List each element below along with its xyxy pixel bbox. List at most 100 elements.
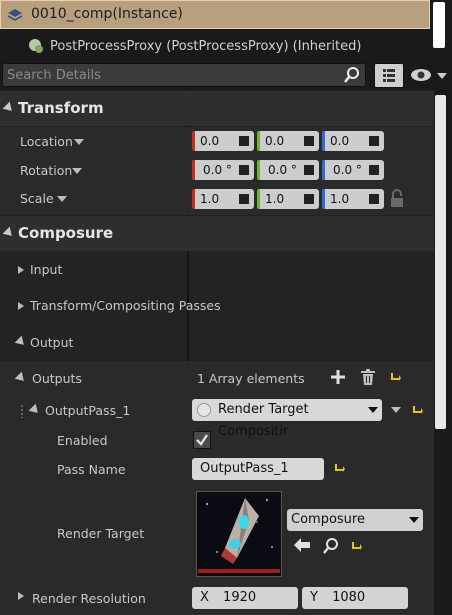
reset-to-default-icon[interactable] [411, 404, 423, 416]
drag-icon[interactable] [369, 194, 379, 204]
rotation-mode-dropdown-icon[interactable] [72, 168, 82, 174]
res-x-value: 1920 [223, 590, 257, 605]
rotation-y-value: 0.0 ° [268, 163, 297, 177]
element-options-icon[interactable] [391, 407, 401, 413]
res-x-label: X [200, 590, 209, 605]
collapse-arrow-icon[interactable] [14, 371, 28, 385]
collapse-arrow-icon[interactable] [14, 335, 28, 349]
view-options-button[interactable] [408, 63, 450, 88]
output-label: Output [30, 335, 74, 350]
category-transform[interactable]: Transform [0, 91, 434, 126]
rotation-x-value: 0.0 ° [203, 163, 232, 177]
rotation-x-field[interactable]: 0.0 ° [192, 160, 254, 180]
details-scrollbar[interactable] [435, 95, 446, 429]
category-title: Transform [18, 99, 104, 117]
component-name: PostProcessProxy (PostProcessProxy) (Inh… [50, 39, 362, 54]
output-pass-type-dropdown[interactable]: Render Target Compositir [192, 399, 382, 439]
render-resolution-label: Render Resolution [32, 591, 146, 606]
thumbnail-type-strip [198, 569, 280, 573]
drag-icon[interactable] [369, 165, 379, 175]
eye-icon [411, 69, 447, 81]
checkmark-icon [196, 434, 208, 446]
drag-icon[interactable] [239, 194, 249, 204]
drag-icon[interactable] [304, 165, 314, 175]
search-icon[interactable] [343, 66, 361, 84]
location-x-value: 0.0 [200, 134, 220, 148]
search-input[interactable] [7, 66, 337, 84]
scale-x-field[interactable]: 1.0 [192, 189, 254, 209]
top-scrollbar[interactable] [433, 2, 445, 48]
component-row[interactable]: PostProcessProxy (PostProcessProxy) (Inh… [0, 32, 430, 60]
location-z-value: 0.0 [330, 134, 350, 148]
resolution-x-field[interactable]: X 1920 [192, 587, 298, 609]
drag-icon[interactable] [304, 194, 314, 204]
location-label: Location [20, 134, 73, 149]
use-selected-asset-icon[interactable] [294, 538, 310, 552]
drag-icon[interactable] [239, 165, 249, 175]
z-axis-bar [322, 189, 325, 209]
add-element-icon[interactable] [331, 370, 345, 384]
scale-z-field[interactable]: 1.0 [322, 189, 384, 209]
class-icon [197, 403, 211, 417]
pass-name-input[interactable]: OutputPass_1 [192, 458, 324, 480]
drag-handle-icon[interactable] [20, 404, 24, 418]
category-composure[interactable]: Composure [0, 216, 434, 251]
output-group[interactable]: Output [0, 328, 434, 356]
expand-arrow-icon[interactable] [18, 266, 24, 274]
expand-arrow-icon[interactable] [18, 302, 24, 310]
enabled-checkbox[interactable] [193, 431, 211, 449]
reset-to-default-icon[interactable] [333, 462, 345, 474]
collapse-arrow-icon[interactable] [2, 101, 16, 115]
scale-y-field[interactable]: 1.0 [257, 189, 319, 209]
reset-to-default-icon[interactable] [350, 540, 362, 552]
chevron-down-icon [409, 517, 419, 523]
pass-name-label: Pass Name [57, 462, 126, 477]
enabled-label: Enabled [57, 433, 108, 448]
render-target-value: Composure [291, 512, 365, 527]
location-y-field[interactable]: 0.0 [257, 131, 319, 151]
location-z-field[interactable]: 0.0 [322, 131, 384, 151]
actor-title-bar[interactable]: 0010_comp(Instance) [0, 0, 430, 29]
y-axis-bar [257, 160, 260, 180]
search-box[interactable] [2, 63, 366, 87]
res-y-value: 1080 [332, 590, 366, 605]
actor-layers-icon [7, 9, 23, 21]
drag-icon[interactable] [239, 136, 249, 146]
render-target-label: Render Target [57, 526, 145, 541]
reset-to-default-icon[interactable] [389, 371, 401, 383]
input-group[interactable]: Input [0, 255, 434, 283]
lock-icon[interactable] [389, 189, 405, 209]
x-axis-bar [192, 189, 195, 209]
x-axis-bar [192, 131, 195, 151]
scale-y-value: 1.0 [265, 192, 285, 206]
browse-asset-icon[interactable] [323, 538, 339, 554]
grid-icon [383, 69, 395, 82]
component-icon [29, 39, 43, 53]
collapse-arrow-icon[interactable] [28, 403, 42, 417]
y-axis-bar [257, 131, 260, 151]
rotation-label: Rotation [20, 163, 73, 178]
collapse-arrow-icon[interactable] [2, 226, 16, 240]
resolution-y-field[interactable]: Y 1080 [302, 587, 408, 609]
render-target-thumbnail[interactable] [196, 491, 282, 577]
x-axis-bar [192, 160, 195, 180]
property-matrix-button[interactable] [374, 63, 404, 88]
drag-icon[interactable] [369, 136, 379, 146]
category-title: Composure [18, 224, 114, 242]
location-x-field[interactable]: 0.0 [192, 131, 254, 151]
render-target-dropdown[interactable]: Composure [287, 509, 423, 531]
expand-arrow-icon[interactable] [18, 592, 24, 600]
rotation-y-field[interactable]: 0.0 ° [257, 160, 319, 180]
rotation-z-field[interactable]: 0.0 ° [322, 160, 384, 180]
scale-z-value: 1.0 [330, 192, 350, 206]
outputs-label: Outputs [32, 371, 82, 386]
passes-label: Transform/Compositing Passes [30, 298, 221, 313]
input-label: Input [30, 262, 63, 277]
drag-icon[interactable] [304, 136, 314, 146]
trash-icon[interactable] [361, 369, 375, 385]
actor-title: 0010_comp(Instance) [31, 6, 183, 22]
y-axis-bar [257, 189, 260, 209]
scale-mode-dropdown-icon[interactable] [57, 196, 67, 202]
location-mode-dropdown-icon[interactable] [74, 139, 84, 145]
passes-group[interactable]: Transform/Compositing Passes [0, 291, 434, 319]
